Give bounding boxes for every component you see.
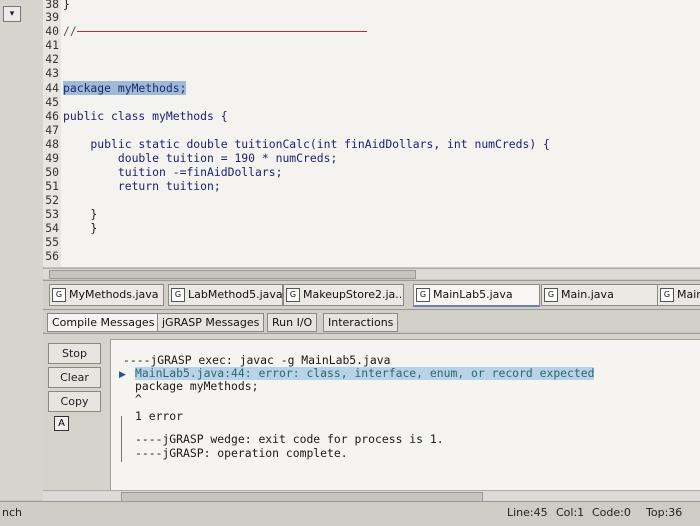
code-line: 55: [45, 235, 59, 249]
message-line: ----jGRASP: operation complete.: [135, 446, 348, 460]
code-line: 43: [45, 66, 59, 80]
file-tab-main[interactable]: G Main.java: [541, 284, 658, 306]
font-size-button[interactable]: A: [54, 416, 69, 431]
message-line: ----jGRASP wedge: exit code for process …: [135, 432, 444, 446]
code-line: 47: [45, 123, 59, 137]
code-line: 45: [45, 95, 59, 109]
stop-button[interactable]: Stop: [48, 343, 101, 364]
code-line: 42: [45, 52, 59, 66]
java-file-icon: G: [660, 288, 674, 302]
code-line: 46 public class myMethods {: [45, 109, 228, 123]
file-tab-labmethod5[interactable]: G LabMethod5.java: [168, 284, 283, 306]
scrollbar-thumb[interactable]: [49, 270, 416, 279]
status-code: Code:0: [592, 506, 631, 519]
code-line: 56: [45, 249, 59, 263]
java-file-icon: G: [544, 288, 558, 302]
copy-button[interactable]: Copy: [48, 391, 101, 412]
error-marker-icon: ▶: [119, 370, 126, 380]
code-line: 48 public static double tuitionCalc(int …: [45, 137, 550, 151]
tab-run-io[interactable]: Run I/O: [267, 313, 318, 332]
selected-text: package myMethods;: [63, 81, 187, 95]
status-bar: nch Line:45 Col:1 Code:0 Top:36: [0, 501, 700, 526]
status-top: Top:36: [646, 506, 683, 519]
clear-button[interactable]: Clear: [48, 367, 101, 388]
java-file-icon: G: [286, 288, 300, 302]
code-line: 51 return tuition;: [45, 179, 221, 193]
file-tab-mainlab5[interactable]: G MainLab5.java: [413, 284, 540, 307]
code-line: 52: [45, 193, 59, 207]
code-line: 39: [45, 10, 59, 24]
file-tab-bar: G MyMethods.java G LabMethod5.java G Makeup…: [43, 280, 700, 310]
code-line: 50 tuition -=finAidDollars;: [45, 165, 283, 179]
tab-jgrasp-messages[interactable]: jGRASP Messages: [157, 313, 265, 332]
status-line: Line:45: [507, 506, 548, 519]
code-line: 41: [45, 38, 59, 52]
code-line: 40//: [43, 25, 367, 38]
dropdown-button[interactable]: ▾: [3, 6, 21, 22]
file-tab-makeupstore2[interactable]: G MakeupStore2.ja...: [283, 284, 404, 306]
code-line: 54 }: [45, 221, 98, 235]
java-file-icon: G: [52, 288, 66, 302]
code-editor[interactable]: 38} 39 40// 41 42 43 44 package myMethods…: [43, 0, 700, 267]
message-line: 1 error: [135, 409, 184, 423]
editor-horizontal-scrollbar[interactable]: [43, 268, 700, 279]
tab-compile-messages[interactable]: Compile Messages: [47, 313, 160, 332]
separator-comment-line: [76, 31, 367, 32]
message-bracket: [121, 416, 122, 462]
code-line: 53 }: [45, 207, 98, 221]
code-line-selected: 44 package myMethods;: [45, 81, 187, 95]
message-line: package myMethods;: [135, 379, 259, 393]
java-file-icon: G: [171, 288, 185, 302]
status-left-label: nch: [2, 506, 22, 519]
left-panel: ▾: [0, 0, 44, 500]
status-col: Col:1: [556, 506, 585, 519]
file-tab-main-partial[interactable]: GMain.: [657, 284, 700, 306]
message-output[interactable]: ▶ ----jGRASP exec: javac -g MainLab5.jav…: [110, 339, 700, 491]
tab-interactions[interactable]: Interactions: [323, 313, 399, 332]
java-file-icon: G: [416, 288, 430, 302]
file-tab-mymethods[interactable]: G MyMethods.java: [49, 284, 164, 306]
message-tab-bar: Compile Messages jGRASP Messages Run I/O…: [43, 310, 700, 332]
message-line: ^: [135, 392, 142, 406]
compile-messages-panel: Stop Clear Copy A ▶ ----jGRASP exec: jav…: [43, 333, 700, 491]
code-line: 49 double tuition = 190 * numCreds;: [45, 151, 338, 165]
